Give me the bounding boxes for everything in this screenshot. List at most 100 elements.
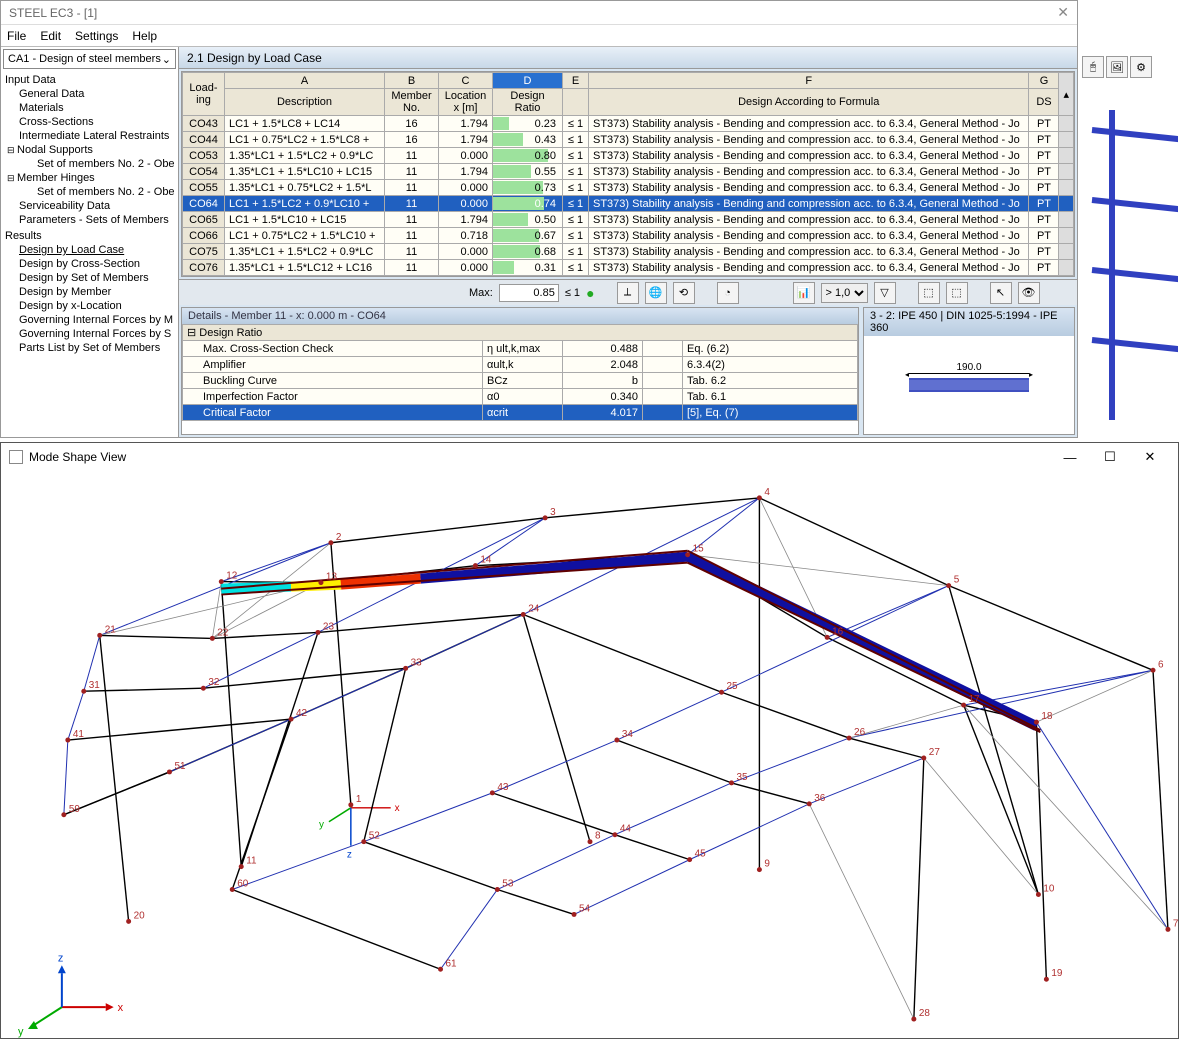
table-row[interactable]: CO54 1.35*LC1 + 1.5*LC10 + LC15 11 1.794…: [183, 164, 1074, 180]
right-toolbar: 🖰 🖼 ⚙: [1082, 56, 1152, 78]
tree-lateral-restraints[interactable]: Intermediate Lateral Restraints: [1, 129, 178, 143]
tree-results[interactable]: Results: [1, 229, 178, 243]
details-row[interactable]: Max. Cross-Section Check η ult,k,max 0.4…: [183, 341, 858, 357]
tree-input-data[interactable]: Input Data: [1, 73, 178, 87]
details-row[interactable]: Critical Factor αcrit 4.017 [5], Eq. (7): [183, 405, 858, 421]
col-formula[interactable]: Design According to Formula: [589, 89, 1029, 116]
col-e[interactable]: E: [563, 73, 589, 89]
menu-edit[interactable]: Edit: [40, 29, 61, 43]
tree-design-member[interactable]: Design by Member: [1, 285, 178, 299]
rt-icon-2[interactable]: 🖼: [1106, 56, 1128, 78]
scroll-up-icon[interactable]: ▴: [1059, 73, 1074, 116]
svg-text:11: 11: [246, 856, 257, 867]
tree-design-load-case[interactable]: Design by Load Case: [1, 243, 178, 257]
svg-text:28: 28: [919, 1008, 931, 1019]
svg-text:20: 20: [134, 910, 146, 921]
tool-btn-7[interactable]: ↖: [990, 282, 1012, 304]
tool-btn-chart[interactable]: 📊: [793, 282, 815, 304]
table-row[interactable]: CO55 1.35*LC1 + 0.75*LC2 + 1.5*L 11 0.00…: [183, 180, 1074, 196]
tree-member-hinges[interactable]: Member Hinges: [1, 171, 178, 185]
col-loc1: Location: [445, 90, 487, 102]
svg-text:10: 10: [1043, 884, 1055, 895]
tool-btn-1[interactable]: ⟂: [617, 282, 639, 304]
tool-btn-2[interactable]: 🌐: [645, 282, 667, 304]
tree-parts-list[interactable]: Parts List by Set of Members: [1, 341, 178, 355]
tree-design-cross-section[interactable]: Design by Cross-Section: [1, 257, 178, 271]
col-g[interactable]: G: [1029, 73, 1059, 89]
table-row[interactable]: CO64 LC1 + 1.5*LC2 + 0.9*LC10 + 11 0.000…: [183, 196, 1074, 212]
col-a[interactable]: A: [225, 73, 385, 89]
col-design2: Ratio: [515, 102, 541, 114]
svg-text:45: 45: [695, 849, 707, 860]
close-icon[interactable]: ✕: [1057, 4, 1069, 21]
svg-text:15: 15: [693, 544, 705, 555]
svg-text:44: 44: [620, 824, 632, 835]
menu-settings[interactable]: Settings: [75, 29, 118, 43]
tree-materials[interactable]: Materials: [1, 101, 178, 115]
sidebar: CA1 - Design of steel members ⌄ Input Da…: [1, 47, 179, 437]
minimize-icon[interactable]: —: [1050, 445, 1090, 469]
table-row[interactable]: CO43 LC1 + 1.5*LC8 + LC14 16 1.794 0.23 …: [183, 116, 1074, 132]
svg-text:25: 25: [727, 681, 739, 692]
tree-hinges-child[interactable]: Set of members No. 2 - Obe: [1, 185, 178, 199]
max-input[interactable]: [499, 284, 559, 302]
table-row[interactable]: CO44 LC1 + 0.75*LC2 + 1.5*LC8 + 16 1.794…: [183, 132, 1074, 148]
menu-file[interactable]: File: [7, 29, 26, 43]
maximize-icon[interactable]: ☐: [1090, 445, 1130, 469]
tree-design-set-members[interactable]: Design by Set of Members: [1, 271, 178, 285]
table-row[interactable]: CO65 LC1 + 1.5*LC10 + LC15 11 1.794 0.50…: [183, 212, 1074, 228]
details-row[interactable]: Imperfection Factor α0 0.340 Tab. 6.1: [183, 389, 858, 405]
col-description[interactable]: Description: [225, 89, 385, 116]
details-row[interactable]: Buckling Curve BCz b Tab. 6.2: [183, 373, 858, 389]
rt-icon-1[interactable]: 🖰: [1082, 56, 1104, 78]
tool-btn-3[interactable]: ⟲: [673, 282, 695, 304]
tree-nodal-child[interactable]: Set of members No. 2 - Obe: [1, 157, 178, 171]
tool-btn-filter[interactable]: ▽: [874, 282, 896, 304]
col-d[interactable]: D: [493, 73, 563, 89]
tool-btn-4[interactable]: ◔: [717, 282, 739, 304]
tree-nodal-supports[interactable]: Nodal Supports: [1, 143, 178, 157]
tree-general-data[interactable]: General Data: [1, 87, 178, 101]
svg-text:4: 4: [764, 487, 770, 498]
table-row[interactable]: CO76 1.35*LC1 + 1.5*LC12 + LC16 11 0.000…: [183, 260, 1074, 276]
col-ds[interactable]: DS: [1029, 89, 1059, 116]
tree-cross-sections[interactable]: Cross-Sections: [1, 115, 178, 129]
app-icon: [9, 450, 23, 464]
svg-text:22: 22: [217, 627, 229, 638]
tool-btn-eye[interactable]: 👁: [1018, 282, 1040, 304]
tool-btn-5[interactable]: ⬚: [918, 282, 940, 304]
case-dropdown-label: CA1 - Design of steel members: [8, 53, 161, 65]
col-f[interactable]: F: [589, 73, 1029, 89]
col-member1: Member: [391, 90, 431, 102]
case-dropdown[interactable]: CA1 - Design of steel members ⌄: [3, 49, 176, 69]
svg-text:6: 6: [1158, 659, 1164, 670]
details-header: Details - Member 11 - x: 0.000 m - CO64: [182, 308, 858, 324]
tree-gov-forces-m[interactable]: Governing Internal Forces by M: [1, 313, 178, 327]
close-icon[interactable]: ✕: [1130, 445, 1170, 469]
tree-design-x-location[interactable]: Design by x-Location: [1, 299, 178, 313]
mode-shape-window: Mode Shape View — ☐ ✕ x y z x y z: [0, 442, 1179, 1039]
rt-icon-3[interactable]: ⚙: [1130, 56, 1152, 78]
titlebar[interactable]: STEEL EC3 - [1] ✕: [1, 1, 1077, 25]
table-row[interactable]: CO53 1.35*LC1 + 1.5*LC2 + 0.9*LC 11 0.00…: [183, 148, 1074, 164]
viewport[interactable]: x y z x y z: [1, 471, 1178, 1038]
tree-gov-forces-s[interactable]: Governing Internal Forces by S: [1, 327, 178, 341]
table-row[interactable]: CO75 1.35*LC1 + 1.5*LC2 + 0.9*LC 11 0.00…: [183, 244, 1074, 260]
tool-btn-6[interactable]: ⬚: [946, 282, 968, 304]
details-ratio-header[interactable]: ⊟ Design Ratio: [183, 325, 858, 341]
tree-serviceability[interactable]: Serviceability Data: [1, 199, 178, 213]
titlebar2[interactable]: Mode Shape View — ☐ ✕: [1, 443, 1178, 471]
svg-text:5: 5: [954, 575, 960, 586]
menu-help[interactable]: Help: [132, 29, 157, 43]
col-loading2: ing: [196, 94, 211, 106]
col-c[interactable]: C: [439, 73, 493, 89]
svg-text:51: 51: [174, 761, 186, 772]
filter-select[interactable]: > 1,0: [821, 283, 868, 303]
col-b[interactable]: B: [385, 73, 439, 89]
svg-text:1: 1: [356, 794, 362, 805]
svg-text:12: 12: [226, 571, 238, 582]
svg-text:19: 19: [1051, 968, 1063, 979]
tree-parameters[interactable]: Parameters - Sets of Members: [1, 213, 178, 227]
details-row[interactable]: Amplifier αult,k 2.048 6.3.4(2): [183, 357, 858, 373]
table-row[interactable]: CO66 LC1 + 0.75*LC2 + 1.5*LC10 + 11 0.71…: [183, 228, 1074, 244]
